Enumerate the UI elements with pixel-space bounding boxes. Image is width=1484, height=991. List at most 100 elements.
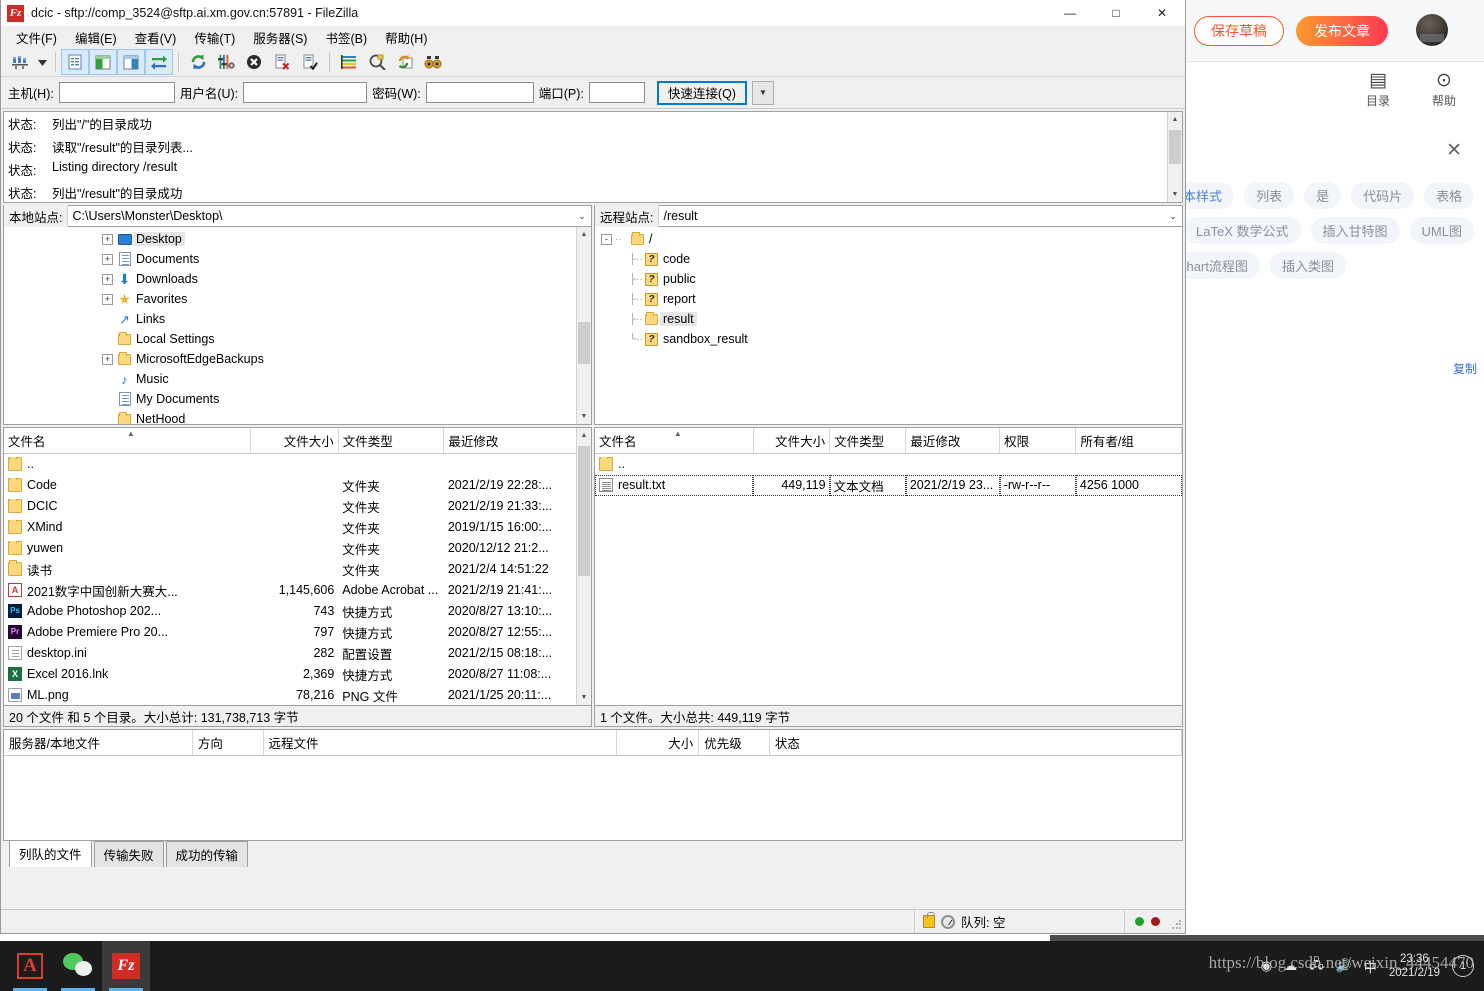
save-draft-button[interactable]: 保存草稿 (1194, 16, 1284, 46)
table-row[interactable]: .. (595, 454, 1182, 475)
port-input[interactable] (588, 82, 645, 103)
table-row[interactable]: Ps Adobe Photoshop 202... 743 快捷方式 2020/8… (4, 601, 591, 622)
scroll-down-icon[interactable]: ▼ (577, 409, 591, 424)
site-manager-icon[interactable] (7, 50, 33, 74)
host-input[interactable] (58, 82, 175, 103)
help-chip[interactable]: UML图 (1409, 217, 1474, 244)
column-header-server-local-file[interactable]: 服务器/本地文件 (4, 730, 193, 756)
tree-item[interactable]: - ·· / (595, 229, 1182, 249)
column-header-filesize[interactable]: 文件大小 (753, 428, 831, 454)
close-icon[interactable]: ✕ (1446, 141, 1462, 160)
publish-article-button[interactable]: 发布文章 (1296, 16, 1388, 46)
column-header-direction[interactable]: 方向 (192, 730, 264, 756)
local-path-input[interactable] (68, 208, 573, 224)
scroll-up-icon[interactable]: ▲ (577, 428, 591, 443)
scroll-thumb[interactable] (1169, 130, 1181, 164)
column-header-status[interactable]: 状态 (769, 730, 1183, 756)
menu-edit[interactable]: 编辑(E) (66, 26, 126, 49)
user-avatar[interactable] (1416, 14, 1448, 46)
menu-transfer[interactable]: 传输(T) (185, 26, 244, 49)
scroll-up-icon[interactable]: ▲ (577, 227, 591, 242)
help-chip[interactable]: 表格 (1424, 182, 1475, 209)
tree-item[interactable]: ♪ Music (4, 369, 591, 389)
column-header-filetype[interactable]: 文件类型 (829, 428, 907, 454)
help-chip[interactable]: 插入甘特图 (1310, 217, 1400, 244)
menu-server[interactable]: 服务器(S) (244, 26, 316, 49)
taskbar-item-filezilla[interactable]: Fz (102, 941, 150, 991)
collapse-icon[interactable]: - (601, 233, 612, 245)
resize-grip[interactable] (1171, 919, 1183, 931)
expander-icon[interactable]: + (102, 233, 113, 245)
help-chip[interactable]: 列表 (1244, 182, 1295, 209)
tray-cloud-icon[interactable]: ☁ (1284, 958, 1297, 974)
toggle-remote-tree-icon[interactable] (117, 49, 145, 75)
scroll-thumb[interactable] (578, 446, 590, 576)
column-header-filename[interactable]: 文件名 ▲ (4, 428, 251, 454)
quick-connect-button[interactable]: 快速连接(Q) (656, 80, 747, 105)
menu-view[interactable]: 查看(V) (126, 26, 186, 49)
remote-directory-tree[interactable]: - ·· / ├·· ? code ├·· ? public ├·· ? rep… (594, 227, 1183, 425)
column-header-size[interactable]: 大小 (616, 730, 700, 756)
table-row[interactable]: A 2021数字中国创新大赛大... 1,145,606 Adobe Acroba… (4, 580, 591, 601)
column-header-filename[interactable]: 文件名 ▲ (595, 428, 754, 454)
expander-icon[interactable]: + (102, 293, 113, 305)
username-input[interactable] (243, 82, 368, 103)
refresh-icon[interactable] (185, 50, 211, 74)
local-list-scrollbar[interactable]: ▲ ▼ (576, 428, 591, 705)
menu-file[interactable]: 文件(F) (7, 26, 66, 49)
tab-failed-transfers[interactable]: 传输失败 (93, 841, 164, 867)
tree-item[interactable]: + MicrosoftEdgeBackups (4, 349, 591, 369)
column-header-filesize[interactable]: 文件大小 (250, 428, 339, 454)
cancel-icon[interactable] (241, 50, 267, 74)
table-row[interactable]: Pr Adobe Premiere Pro 20... 797 快捷方式 2020… (4, 622, 591, 643)
tree-item[interactable]: ├·· ? code (595, 249, 1182, 269)
help-chip[interactable]: LaTeX 数学公式 (1184, 217, 1301, 244)
table-row[interactable]: desktop.ini 282 配置设置 2021/2/15 08:18:... (4, 643, 591, 664)
tree-item[interactable]: ├·· ? report (595, 289, 1182, 309)
local-tree-scrollbar[interactable]: ▲ ▼ (576, 227, 591, 424)
remote-path-input[interactable] (659, 208, 1164, 224)
close-button[interactable]: ✕ (1139, 0, 1185, 26)
table-row[interactable]: .. (4, 454, 591, 475)
column-header-owner[interactable]: 所有者/组 (1075, 428, 1182, 454)
tree-item[interactable]: Local Settings (4, 329, 591, 349)
tree-item[interactable]: ├·· result (595, 309, 1182, 329)
site-manager-dropdown-icon[interactable] (35, 50, 49, 74)
tree-item[interactable]: + Documents (4, 249, 591, 269)
expander-icon[interactable]: + (102, 273, 113, 285)
table-row[interactable]: ML.png 78,216 PNG 文件 2021/1/25 20:11:... (4, 685, 591, 706)
table-row[interactable]: PPowerPoint 2016.lnk 2,394 快捷方式 2020/8/2… (4, 706, 591, 707)
taskbar-item-acrobat[interactable]: A (6, 941, 54, 991)
help-chip[interactable]: 是 (1304, 182, 1342, 209)
toggle-message-log-icon[interactable] (61, 49, 89, 75)
column-header-permissions[interactable]: 权限 (999, 428, 1077, 454)
tree-item[interactable]: + ★ Favorites (4, 289, 591, 309)
remote-file-list[interactable]: 文件名 ▲ 文件大小 文件类型 最近修改 权限 所有者/组 .. result.… (594, 427, 1183, 706)
table-row[interactable]: 读书 文件夹 2021/2/4 14:51:22 (4, 559, 591, 580)
tray-wechat-icon[interactable]: ◉ (1261, 958, 1272, 974)
tree-item[interactable]: ↗ Links (4, 309, 591, 329)
table-row[interactable]: yuwen 文件夹 2020/12/12 21:2... (4, 538, 591, 559)
copy-link[interactable]: 复制 (1453, 360, 1477, 377)
toggle-local-tree-icon[interactable] (89, 49, 117, 75)
help-chip[interactable]: 插入类图 (1269, 252, 1346, 279)
tree-item[interactable]: ├·· ? public (595, 269, 1182, 289)
filter-icon[interactable] (336, 50, 362, 74)
local-directory-tree[interactable]: + Desktop + Documents + ⬇ Downloads + ★ … (3, 227, 592, 425)
help-chip[interactable]: 代码片 (1351, 182, 1415, 209)
volume-icon[interactable]: 🔊 (1336, 958, 1352, 974)
ime-indicator[interactable]: 中 (1364, 957, 1377, 976)
menu-help[interactable]: 帮助(H) (376, 26, 436, 49)
tree-item[interactable]: + ⬇ Downloads (4, 269, 591, 289)
scroll-up-icon[interactable]: ▲ (1168, 112, 1182, 127)
column-header-remote-file[interactable]: 远程文件 (263, 730, 617, 756)
chevron-down-icon[interactable]: ⌄ (1164, 211, 1182, 222)
clock[interactable]: 23:36 2021/2/19 (1389, 952, 1440, 980)
chevron-down-icon[interactable]: ⌄ (573, 211, 591, 222)
tree-item[interactable]: My Documents (4, 389, 591, 409)
column-header-filetype[interactable]: 文件类型 (338, 428, 445, 454)
table-row[interactable]: result.txt 449,119 文本文档 2021/2/19 23... … (595, 474, 1182, 496)
scroll-down-icon[interactable]: ▼ (577, 690, 591, 705)
toggle-transfer-queue-icon[interactable] (145, 49, 173, 75)
maximize-button[interactable]: □ (1093, 0, 1139, 26)
